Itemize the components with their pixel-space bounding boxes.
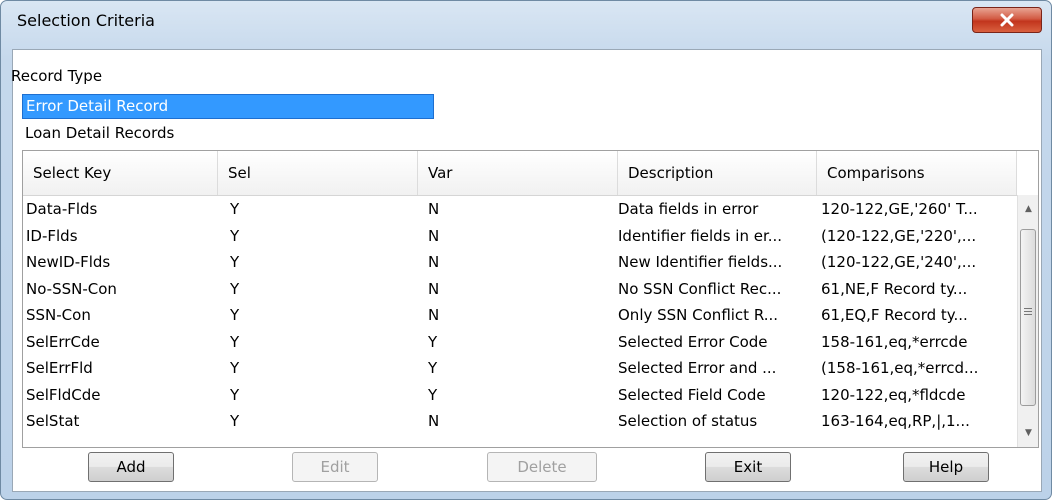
selection-criteria-window: Selection Criteria Record Type Error Det…: [0, 0, 1052, 500]
cell-select-key: SelErrCde: [26, 332, 100, 351]
close-button[interactable]: [972, 7, 1042, 33]
close-icon: [1000, 13, 1014, 27]
record-type-item-loan-detail[interactable]: Loan Detail Records: [22, 121, 434, 146]
cell-description: No SSN Conflict Rec...: [618, 279, 782, 298]
cell-select-key: SelFldCde: [26, 385, 101, 404]
cell-select-key: No-SSN-Con: [26, 279, 117, 298]
column-header-var[interactable]: Var: [418, 151, 618, 195]
cell-select-key: SelErrFld: [26, 359, 93, 377]
cell-select-key: SSN-Con: [26, 306, 91, 324]
column-header-description[interactable]: Description: [618, 151, 817, 195]
table-row[interactable]: NewID-Flds Y N New Identifier fields... (120…: [23, 249, 1017, 276]
title-bar[interactable]: Selection Criteria: [1, 1, 1051, 39]
cell-select-key: ID-Flds: [26, 226, 78, 245]
cell-comparisons: 163-164,eq,RP,|,1...: [821, 412, 970, 430]
cell-description: Selected Error Code: [618, 332, 768, 351]
cell-description: New Identifier fields...: [618, 253, 783, 271]
record-type-label: Record Type: [11, 67, 103, 85]
table-row[interactable]: SelFldCde Y Y Selected Field Code 120-122,eq…: [23, 382, 1017, 409]
cell-var: N: [428, 253, 440, 271]
scrollbar-grip-icon: [1024, 308, 1032, 318]
cell-var: N: [428, 226, 440, 245]
cell-comparisons: (120-122,GE,'240',...: [821, 253, 977, 271]
column-header-comparisons[interactable]: Comparisons: [817, 151, 1017, 195]
cell-description: Selected Error and ...: [618, 359, 777, 377]
cell-comparisons: 61,EQ,F Record ty...: [821, 306, 968, 324]
cell-description: Identifier fields in er...: [618, 226, 783, 245]
cell-description: Selection of status: [618, 412, 758, 430]
cell-comparisons: 120-122,GE,'260' T...: [821, 200, 978, 218]
table-row[interactable]: SelErrCde Y Y Selected Error Code 158-161,eq…: [23, 329, 1017, 356]
cell-comparisons: 158-161,eq,*errcde: [821, 332, 968, 351]
cell-sel: Y: [230, 279, 240, 298]
table-row[interactable]: No-SSN-Con Y N No SSN Conflict Rec... 61,NE,…: [23, 276, 1017, 303]
scrollbar-thumb[interactable]: [1020, 229, 1036, 406]
edit-button[interactable]: Edit: [292, 452, 378, 482]
cell-sel: Y: [230, 359, 240, 377]
cell-var: Y: [428, 332, 438, 351]
table-row[interactable]: Data-Flds Y N Data fields in error 120-122,G…: [23, 196, 1017, 223]
cell-select-key: Data-Flds: [26, 200, 98, 218]
cell-sel: Y: [230, 385, 240, 404]
cell-comparisons: 61,NE,F Record ty...: [821, 279, 968, 298]
exit-button[interactable]: Exit: [705, 452, 791, 482]
cell-var: N: [428, 200, 440, 218]
cell-description: Data fields in error: [618, 200, 759, 218]
vertical-scrollbar[interactable]: ▲ ▼: [1017, 195, 1038, 447]
cell-sel: Y: [230, 200, 240, 218]
cell-sel: Y: [230, 412, 240, 430]
selection-grid: Select Key Sel Var Description Compariso…: [22, 150, 1039, 448]
column-header-sel[interactable]: Sel: [218, 151, 418, 195]
cell-select-key: SelStat: [26, 412, 80, 430]
window-title: Selection Criteria: [17, 11, 155, 30]
cell-comparisons: (120-122,GE,'220',...: [821, 226, 977, 245]
cell-var: N: [428, 412, 440, 430]
cell-sel: Y: [230, 253, 240, 271]
grid-header: Select Key Sel Var Description Compariso…: [23, 151, 1017, 196]
cell-sel: Y: [230, 332, 240, 351]
column-header-select-key[interactable]: Select Key: [23, 151, 218, 195]
cell-var: Y: [428, 385, 438, 404]
cell-comparisons: (158-161,eq,*errcd...: [821, 359, 979, 377]
cell-comparisons: 120-122,eq,*fldcde: [821, 385, 966, 404]
scroll-up-arrow-icon[interactable]: ▲: [1018, 199, 1038, 219]
help-button[interactable]: Help: [903, 452, 989, 482]
table-row[interactable]: SSN-Con Y N Only SSN Conflict R... 61,EQ,F R…: [23, 302, 1017, 329]
cell-sel: Y: [230, 226, 240, 245]
delete-button[interactable]: Delete: [487, 452, 597, 482]
table-row[interactable]: SelStat Y N Selection of status 163-164,eq,R…: [23, 408, 1017, 435]
cell-var: Y: [428, 359, 438, 377]
add-button[interactable]: Add: [88, 452, 174, 482]
scroll-down-arrow-icon[interactable]: ▼: [1018, 423, 1038, 443]
cell-var: N: [428, 279, 440, 298]
cell-var: N: [428, 306, 440, 324]
cell-description: Selected Field Code: [618, 385, 766, 404]
table-row[interactable]: SelErrFld Y Y Selected Error and ... (158-16…: [23, 355, 1017, 382]
cell-sel: Y: [230, 306, 240, 324]
cell-description: Only SSN Conflict R...: [618, 306, 779, 324]
record-type-item-error-detail[interactable]: Error Detail Record: [22, 94, 434, 119]
cell-select-key: NewID-Flds: [26, 253, 111, 271]
table-row[interactable]: ID-Flds Y N Identifier fields in er... (120-…: [23, 223, 1017, 250]
